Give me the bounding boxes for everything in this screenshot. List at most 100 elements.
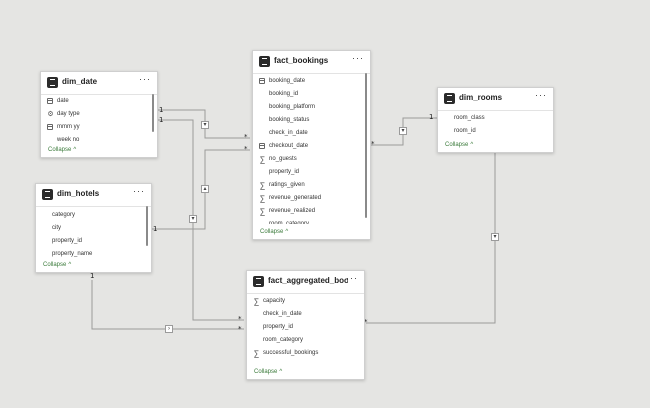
chevron-up-icon: ^ bbox=[279, 369, 283, 375]
field-label: ratings_given bbox=[269, 182, 305, 188]
table-card-fact-aggregated-bookings[interactable]: fact_aggregated_booki... ··· ∑capacity c… bbox=[246, 270, 365, 380]
field-label: property_name bbox=[52, 251, 93, 257]
cardinality-many: * bbox=[244, 145, 248, 153]
filter-direction-icon[interactable]: ▾ bbox=[399, 127, 407, 135]
field-label: no_guests bbox=[269, 156, 297, 162]
field-item[interactable]: mmm yy bbox=[41, 121, 157, 134]
field-item[interactable]: property_id bbox=[36, 235, 151, 248]
collapse-button[interactable]: Collapse ^ bbox=[43, 262, 71, 268]
field-label: revenue_generated bbox=[269, 195, 322, 201]
table-icon bbox=[259, 56, 270, 67]
sigma-icon: ∑ bbox=[253, 349, 260, 358]
cardinality-many: * bbox=[371, 140, 375, 148]
table-icon bbox=[42, 189, 53, 200]
relationship-line-rooms-aggregated[interactable] bbox=[366, 152, 496, 324]
table-header[interactable]: fact_bookings ··· bbox=[253, 51, 370, 74]
chevron-up-icon: ^ bbox=[470, 142, 474, 148]
field-item[interactable]: room_class bbox=[438, 112, 553, 125]
field-label: city bbox=[52, 225, 61, 231]
filter-direction-icon[interactable]: ▴ bbox=[201, 185, 209, 193]
field-item[interactable]: booking_id bbox=[253, 88, 370, 101]
field-label: week no bbox=[57, 137, 80, 143]
cardinality-one: 1 bbox=[429, 113, 434, 121]
field-label: room_id bbox=[454, 128, 476, 134]
field-item[interactable]: ∑ revenue_generated bbox=[253, 192, 370, 205]
field-label: successful_bookings bbox=[263, 350, 319, 356]
filter-direction-icon[interactable]: ▾ bbox=[491, 233, 499, 241]
relationship-line-hotels-aggregated[interactable] bbox=[91, 280, 244, 330]
field-item[interactable]: room_category bbox=[247, 334, 364, 347]
field-item[interactable]: check_in_date bbox=[253, 127, 370, 140]
field-item[interactable]: date bbox=[41, 95, 157, 108]
table-title: dim_rooms bbox=[459, 93, 503, 102]
computed-icon: ⚙ bbox=[47, 111, 54, 118]
field-label: room_class bbox=[454, 115, 485, 121]
calendar-icon bbox=[47, 98, 53, 104]
field-item[interactable]: ∑ successful_bookings bbox=[247, 347, 364, 360]
filter-direction-icon[interactable]: › bbox=[165, 325, 173, 333]
table-header[interactable]: dim_rooms ··· bbox=[438, 88, 553, 111]
field-item[interactable]: room_id bbox=[438, 125, 553, 138]
field-item[interactable]: ∑ capacity bbox=[247, 295, 364, 308]
table-card-fact-bookings[interactable]: fact_bookings ··· booking_date booking_i… bbox=[252, 50, 371, 240]
scrollbar[interactable] bbox=[365, 73, 367, 218]
table-header[interactable]: dim_date ··· bbox=[41, 72, 157, 95]
collapse-button[interactable]: Collapse ^ bbox=[254, 369, 282, 375]
collapse-button[interactable]: Collapse ^ bbox=[445, 142, 473, 148]
scrollbar[interactable] bbox=[152, 94, 154, 132]
filter-direction-icon[interactable]: ▾ bbox=[189, 215, 197, 223]
field-label: booking_status bbox=[269, 117, 310, 123]
table-title: dim_date bbox=[62, 77, 98, 86]
filter-direction-icon[interactable]: ▾ bbox=[201, 121, 209, 129]
collapse-label: Collapse bbox=[48, 147, 72, 153]
chevron-up-icon: ^ bbox=[285, 229, 289, 235]
field-item[interactable]: property_id bbox=[247, 321, 364, 334]
more-options-icon[interactable]: ··· bbox=[133, 186, 145, 196]
table-icon bbox=[444, 93, 455, 104]
cardinality-many: * bbox=[238, 315, 242, 323]
field-list: room_class room_id bbox=[438, 111, 553, 140]
field-item[interactable]: checkout_date bbox=[253, 140, 370, 153]
field-label: room_category bbox=[269, 221, 310, 224]
field-item[interactable]: ∑ no_guests bbox=[253, 153, 370, 166]
field-label: mmm yy bbox=[57, 124, 80, 130]
more-options-icon[interactable]: ··· bbox=[139, 74, 151, 84]
field-item[interactable]: ⚙ day type bbox=[41, 108, 157, 121]
table-card-dim-date[interactable]: dim_date ··· date ⚙ day type mmm yy week … bbox=[40, 71, 158, 158]
field-list: date ⚙ day type mmm yy week no bbox=[41, 95, 157, 148]
collapse-button[interactable]: Collapse ^ bbox=[260, 229, 288, 235]
field-item[interactable]: check_in_date bbox=[247, 308, 364, 321]
scrollbar[interactable] bbox=[146, 206, 148, 246]
field-item[interactable]: booking_date bbox=[253, 75, 370, 88]
cardinality-one: 1 bbox=[153, 225, 158, 233]
sigma-icon: ∑ bbox=[259, 194, 266, 203]
field-item[interactable]: week no bbox=[41, 134, 157, 147]
table-card-dim-hotels[interactable]: dim_hotels ··· category city property_id… bbox=[35, 183, 152, 273]
cardinality-many: * bbox=[244, 133, 248, 141]
field-item[interactable]: city bbox=[36, 222, 151, 235]
more-options-icon[interactable]: ··· bbox=[535, 90, 547, 100]
field-label: check_in_date bbox=[263, 311, 302, 317]
field-item[interactable]: ∑ ratings_given bbox=[253, 179, 370, 192]
field-list: ∑ capacity check_in_date property_id room… bbox=[247, 294, 364, 361]
field-label: booking_platform bbox=[269, 104, 316, 110]
table-title: fact_bookings bbox=[274, 56, 329, 65]
table-card-dim-rooms[interactable]: dim_rooms ··· room_class room_id Collaps… bbox=[437, 87, 554, 153]
table-header[interactable]: dim_hotels ··· bbox=[36, 184, 151, 207]
field-item[interactable]: ∑ revenue_realized bbox=[253, 205, 370, 218]
field-label: capacity bbox=[263, 298, 286, 304]
collapse-button[interactable]: Collapse ^ bbox=[48, 147, 76, 153]
field-item[interactable]: booking_platform bbox=[253, 101, 370, 114]
cardinality-one: 1 bbox=[90, 272, 95, 280]
calendar-icon bbox=[259, 78, 265, 84]
more-options-icon[interactable]: ··· bbox=[346, 273, 358, 283]
calendar-icon bbox=[259, 143, 265, 149]
field-item[interactable]: property_name bbox=[36, 248, 151, 261]
field-item[interactable]: booking_status bbox=[253, 114, 370, 127]
more-options-icon[interactable]: ··· bbox=[352, 53, 364, 63]
field-item[interactable]: category bbox=[36, 209, 151, 222]
field-item[interactable]: property_id bbox=[253, 166, 370, 179]
field-item[interactable]: room_category bbox=[253, 218, 370, 224]
table-header[interactable]: fact_aggregated_booki... ··· bbox=[247, 271, 364, 294]
collapse-label: Collapse bbox=[254, 369, 278, 375]
